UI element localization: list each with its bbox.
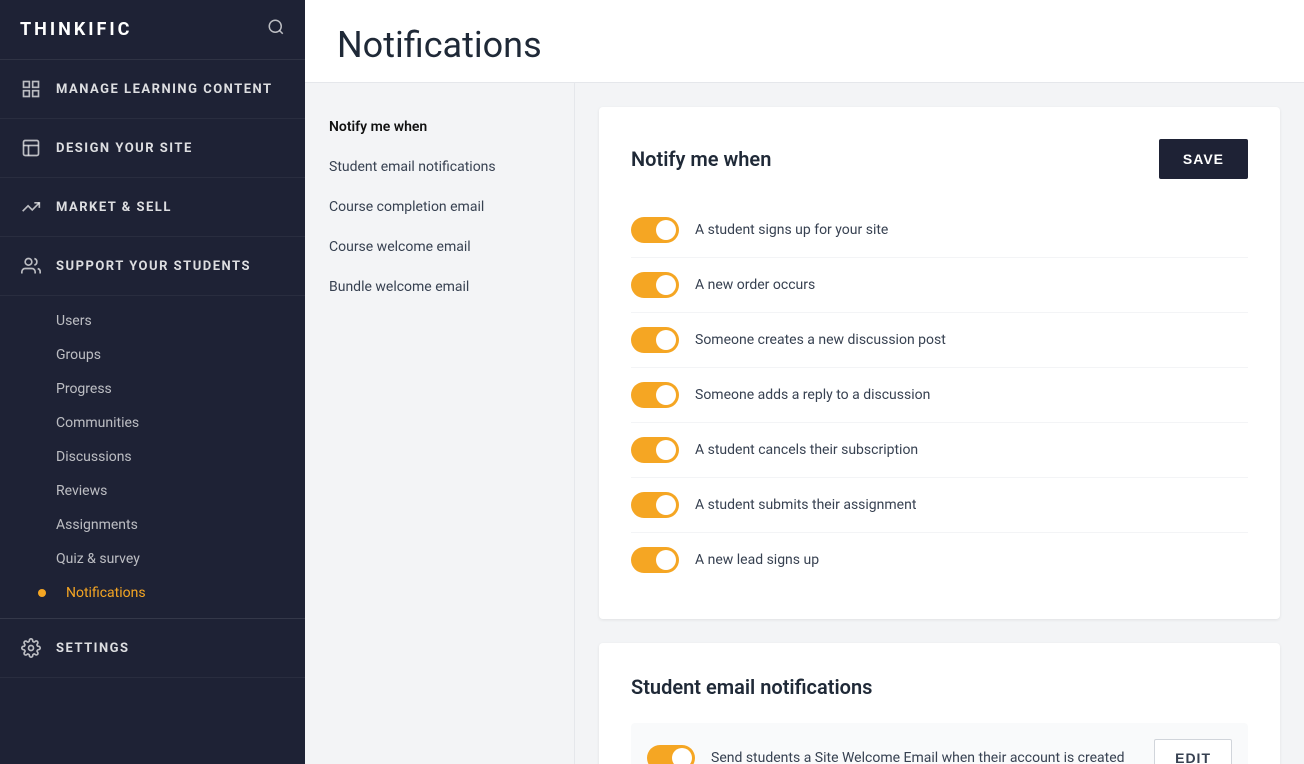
toggle-label-submit-assignment: A student submits their assignment: [695, 497, 916, 513]
sidebar-sub-label-communities: Communities: [56, 415, 139, 431]
edit-button[interactable]: EDIT: [1154, 739, 1232, 764]
toggle-row-new-discussion: Someone creates a new discussion post: [631, 313, 1248, 368]
sidebar-logo: THINKIFIC: [0, 0, 305, 60]
toggle-new-order[interactable]: [631, 272, 679, 298]
toggle-signs-up[interactable]: [631, 217, 679, 243]
sidebar-sub-item-discussions[interactable]: Discussions: [0, 440, 305, 474]
sub-nav-item-bundle-welcome[interactable]: Bundle welcome email: [305, 267, 574, 307]
layout-icon: [20, 137, 42, 159]
sidebar-item-manage-learning[interactable]: MANAGE LEARNING CONTENT: [0, 60, 305, 119]
student-email-card: Student email notifications Send student…: [599, 643, 1280, 764]
sidebar-item-support-students[interactable]: SUPPORT YOUR STUDENTS: [0, 237, 305, 296]
student-email-card-header: Student email notifications: [631, 675, 1248, 699]
toggle-label-reply-discussion: Someone adds a reply to a discussion: [695, 387, 930, 403]
sidebar-sub-item-reviews[interactable]: Reviews: [0, 474, 305, 508]
toggle-cancel-subscription[interactable]: [631, 437, 679, 463]
sidebar-sub-label-quiz: Quiz & survey: [56, 551, 140, 567]
sub-nav-item-course-welcome[interactable]: Course welcome email: [305, 227, 574, 267]
toggle-submit-assignment[interactable]: [631, 492, 679, 518]
sidebar-label-support-students: SUPPORT YOUR STUDENTS: [56, 259, 251, 274]
sidebar-sub-item-groups[interactable]: Groups: [0, 338, 305, 372]
student-email-row-label: Send students a Site Welcome Email when …: [711, 750, 1138, 764]
toggle-new-lead[interactable]: [631, 547, 679, 573]
page-title: Notifications: [337, 24, 1272, 66]
brand-logo: THINKIFIC: [20, 19, 132, 40]
sidebar-label-settings: SETTINGS: [56, 641, 130, 656]
sidebar-sub-label-users: Users: [56, 313, 92, 329]
users-icon: [20, 255, 42, 277]
settings-icon: [20, 637, 42, 659]
toggle-label-new-lead: A new lead signs up: [695, 552, 819, 568]
notify-me-card: Notify me when SAVE A student signs up f…: [599, 107, 1280, 619]
grid-icon: [20, 78, 42, 100]
sub-nav-item-notify-me[interactable]: Notify me when: [305, 107, 574, 147]
sidebar-item-settings[interactable]: SETTINGS: [0, 619, 305, 678]
sidebar-sub-item-users[interactable]: Users: [0, 304, 305, 338]
sidebar-sub-item-notifications[interactable]: Notifications: [0, 576, 305, 610]
right-panel: Notify me when SAVE A student signs up f…: [575, 83, 1304, 764]
toggle-row-cancel-subscription: A student cancels their subscription: [631, 423, 1248, 478]
sidebar-label-manage-learning: MANAGE LEARNING CONTENT: [56, 82, 273, 97]
toggle-new-discussion[interactable]: [631, 327, 679, 353]
student-email-row: Send students a Site Welcome Email when …: [631, 723, 1248, 764]
sidebar-sub-item-quiz[interactable]: Quiz & survey: [0, 542, 305, 576]
sidebar-label-design-site: DESIGN YOUR SITE: [56, 141, 193, 156]
sidebar-label-market-sell: MARKET & SELL: [56, 200, 172, 215]
toggle-row-new-lead: A new lead signs up: [631, 533, 1248, 587]
sidebar-sub-label-groups: Groups: [56, 347, 101, 363]
toggle-row-signs-up: A student signs up for your site: [631, 203, 1248, 258]
sub-nav-item-course-completion[interactable]: Course completion email: [305, 187, 574, 227]
save-button[interactable]: SAVE: [1159, 139, 1248, 179]
toggle-row-new-order: A new order occurs: [631, 258, 1248, 313]
toggle-label-new-discussion: Someone creates a new discussion post: [695, 332, 946, 348]
toggle-row-reply-discussion: Someone adds a reply to a discussion: [631, 368, 1248, 423]
toggle-reply-discussion[interactable]: [631, 382, 679, 408]
sub-nav: Notify me when Student email notificatio…: [305, 83, 575, 764]
sidebar-sub-label-assignments: Assignments: [56, 517, 138, 533]
sidebar-sub-label-notifications: Notifications: [66, 585, 146, 601]
sidebar-item-design-site[interactable]: DESIGN YOUR SITE: [0, 119, 305, 178]
sub-nav-item-student-email[interactable]: Student email notifications: [305, 147, 574, 187]
page-header: Notifications: [305, 0, 1304, 83]
sidebar-item-market-sell[interactable]: MARKET & SELL: [0, 178, 305, 237]
sidebar-sub-item-assignments[interactable]: Assignments: [0, 508, 305, 542]
toggle-label-signs-up: A student signs up for your site: [695, 222, 888, 238]
sidebar-sub-item-communities[interactable]: Communities: [0, 406, 305, 440]
trending-up-icon: [20, 196, 42, 218]
sidebar-sub-label-progress: Progress: [56, 381, 112, 397]
active-dot-indicator: [38, 589, 46, 597]
sidebar: THINKIFIC MANAGE LEARNING CONTENT DESIGN…: [0, 0, 305, 764]
notify-card-header: Notify me when SAVE: [631, 139, 1248, 179]
sidebar-sub-item-progress[interactable]: Progress: [0, 372, 305, 406]
student-email-card-title: Student email notifications: [631, 675, 872, 699]
notify-card-title: Notify me when: [631, 147, 771, 171]
sidebar-sub-label-reviews: Reviews: [56, 483, 107, 499]
search-icon[interactable]: [267, 18, 285, 41]
toggle-site-welcome[interactable]: [647, 745, 695, 764]
sidebar-sub-items: Users Groups Progress Communities Discus…: [0, 296, 305, 618]
toggle-label-cancel-subscription: A student cancels their subscription: [695, 442, 918, 458]
sidebar-sub-label-discussions: Discussions: [56, 449, 132, 465]
main-content: Notifications Notify me when Student ema…: [305, 0, 1304, 764]
toggle-label-new-order: A new order occurs: [695, 277, 815, 293]
toggle-row-submit-assignment: A student submits their assignment: [631, 478, 1248, 533]
content-area: Notify me when Student email notificatio…: [305, 83, 1304, 764]
